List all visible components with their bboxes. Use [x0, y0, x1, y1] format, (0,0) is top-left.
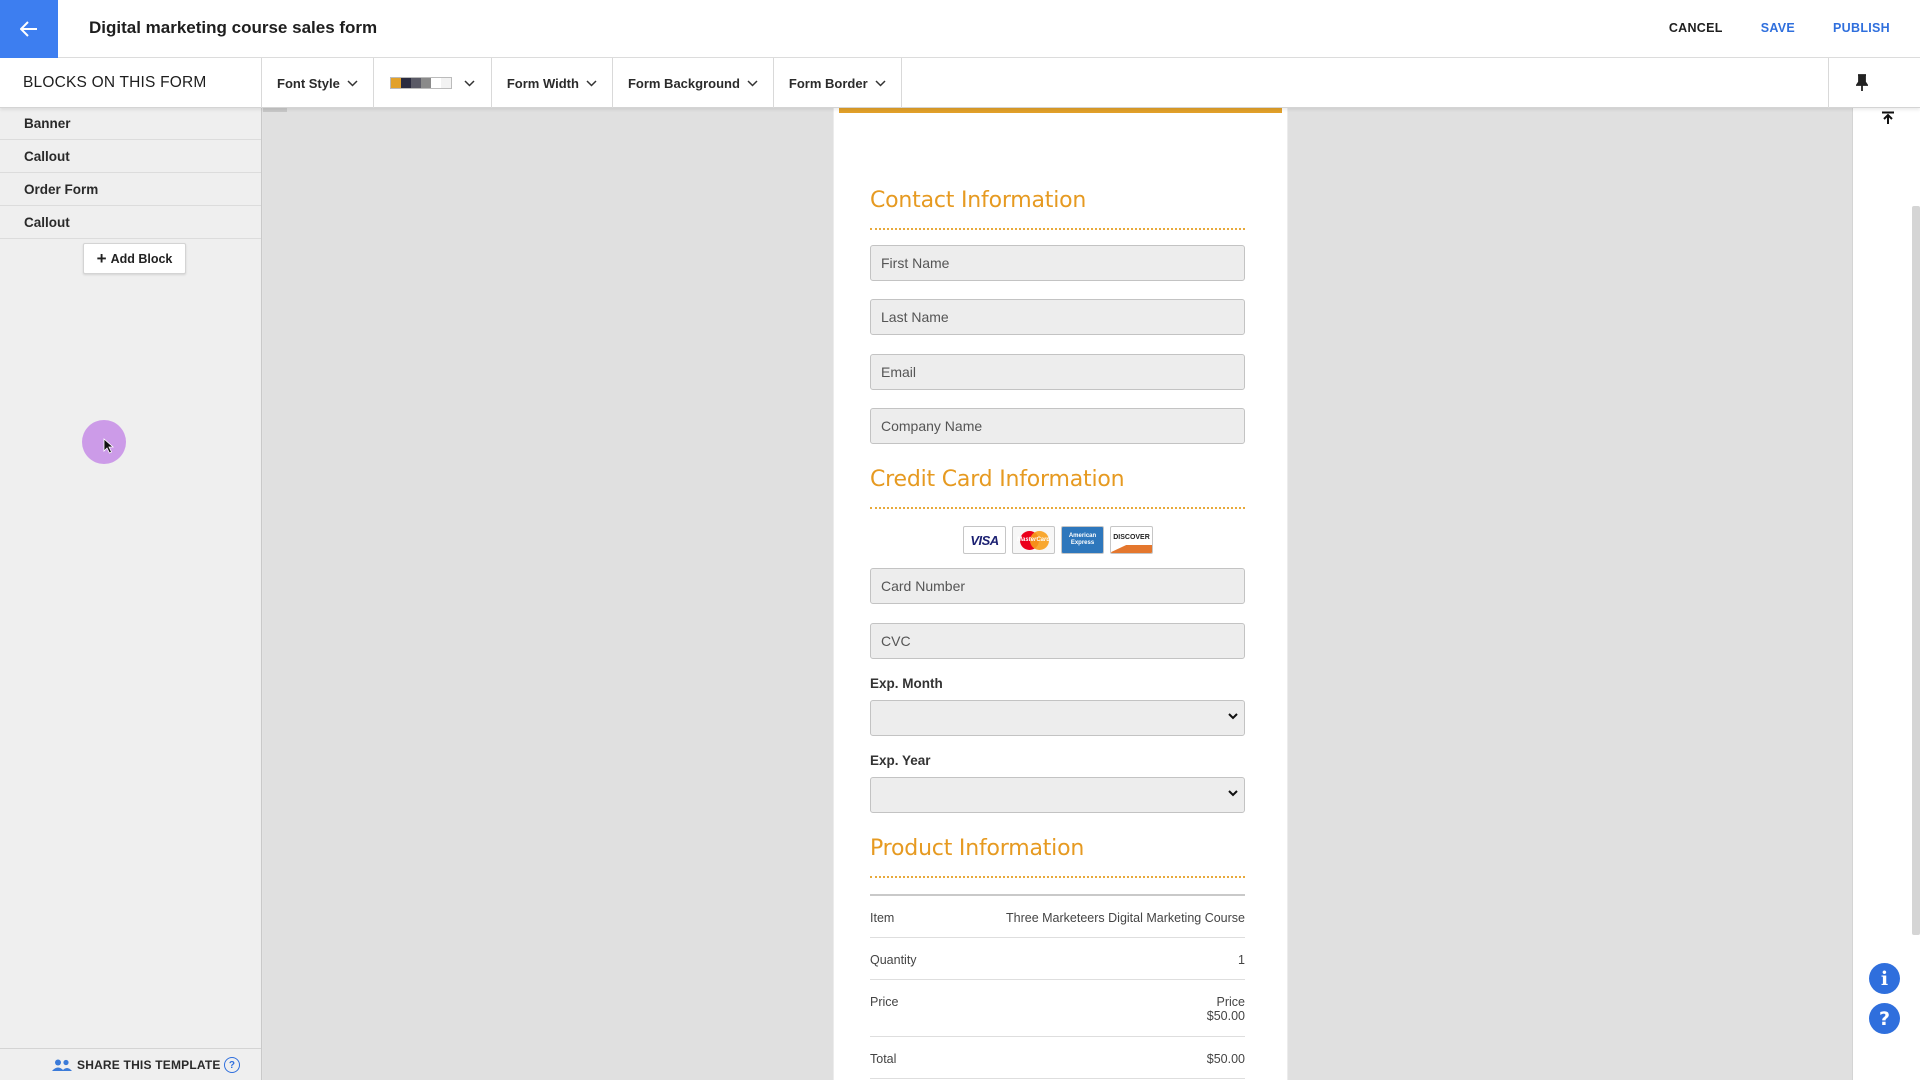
color-swatches: [389, 77, 452, 89]
add-block-label: Add Block: [110, 251, 173, 266]
color-palette-dropdown[interactable]: [374, 58, 492, 108]
top-bar: Digital marketing course sales form CANC…: [0, 0, 1920, 58]
chevron-down-icon: [586, 79, 597, 87]
color-swatch: [430, 78, 441, 88]
sidebar: Banner Callout Order Form Callout + Add …: [0, 108, 262, 1080]
cvc-field[interactable]: [870, 623, 1245, 659]
blocks-heading: BLOCKS ON THIS FORM: [23, 74, 207, 91]
scroll-to-top-icon[interactable]: [1881, 111, 1895, 125]
section-divider: [870, 507, 1245, 509]
block-item-banner[interactable]: Banner: [0, 108, 261, 140]
form-width-label: Form Width: [506, 75, 579, 91]
table-row: Price Price $50.00: [870, 980, 1245, 1037]
credit-card-info-title: Credit Card Information: [870, 467, 1125, 492]
save-button[interactable]: SAVE: [1761, 21, 1795, 35]
amex-logo: American Express: [1061, 526, 1104, 554]
table-row: Quantity 1: [870, 938, 1245, 980]
form-accent-bar: [839, 108, 1282, 113]
form-background-label: Form Background: [627, 75, 740, 91]
product-info-title: Product Information: [870, 836, 1085, 861]
font-style-label: Font Style: [277, 75, 340, 91]
chevron-down-icon: [1228, 790, 1238, 797]
mastercard-label: MasterCard: [1016, 537, 1050, 543]
chevron-down-icon: [747, 79, 758, 87]
scrollbar[interactable]: [1912, 206, 1920, 935]
form-preview[interactable]: Contact Information Credit Card Informat…: [834, 108, 1287, 1080]
table-row: Total $50.00: [870, 1037, 1245, 1079]
question-icon[interactable]: ?: [224, 1057, 240, 1073]
form-width-dropdown[interactable]: Form Width: [492, 58, 613, 108]
price-value-group: Price $50.00: [1207, 995, 1245, 1036]
form-canvas: Contact Information Credit Card Informat…: [263, 108, 1852, 1080]
color-swatch: [420, 78, 431, 88]
product-table: Item Three Marketeers Digital Marketing …: [870, 894, 1245, 1079]
block-item-callout-2[interactable]: Callout: [0, 206, 261, 239]
card-number-field[interactable]: [870, 568, 1245, 604]
cancel-button[interactable]: CANCEL: [1669, 21, 1723, 35]
color-swatch: [400, 78, 411, 88]
item-label: Item: [870, 911, 895, 925]
pin-icon: [1855, 74, 1868, 91]
share-template-label: SHARE THIS TEMPLATE: [77, 1057, 221, 1072]
exp-month-select[interactable]: [870, 700, 1245, 736]
share-template-button[interactable]: SHARE THIS TEMPLATE ?: [0, 1048, 261, 1080]
toolbar: BLOCKS ON THIS FORM Font Style Form Widt…: [0, 58, 1920, 108]
discover-logo: DISCOVER: [1110, 526, 1153, 554]
chevron-down-icon: [464, 79, 475, 87]
chevron-down-icon: [1228, 713, 1238, 720]
block-list: Banner Callout Order Form Callout: [0, 108, 261, 239]
right-rail: i ?: [1852, 108, 1920, 1080]
users-icon: [52, 1059, 72, 1071]
add-block-button[interactable]: + Add Block: [83, 243, 186, 274]
quantity-label: Quantity: [870, 953, 917, 967]
color-swatch: [410, 78, 421, 88]
color-swatch: [390, 78, 401, 88]
price-label: Price: [870, 995, 899, 1009]
help-icon[interactable]: ?: [1869, 1003, 1900, 1034]
block-item-callout[interactable]: Callout: [0, 140, 261, 173]
info-icon[interactable]: i: [1869, 963, 1900, 994]
form-background-dropdown[interactable]: Form Background: [613, 58, 774, 108]
font-style-dropdown[interactable]: Font Style: [262, 58, 374, 108]
top-actions: CANCEL SAVE PUBLISH: [1631, 21, 1890, 35]
exp-year-label: Exp. Year: [870, 753, 931, 768]
contact-info-title: Contact Information: [870, 188, 1087, 213]
item-value: Three Marketeers Digital Marketing Cours…: [1006, 911, 1245, 925]
exp-year-select[interactable]: [870, 777, 1245, 813]
chevron-down-icon: [347, 79, 358, 87]
discover-label: DISCOVER: [1113, 533, 1150, 541]
pin-button[interactable]: [1828, 58, 1894, 108]
cursor-highlight: [82, 420, 126, 464]
plus-icon: +: [96, 249, 107, 268]
back-button[interactable]: [0, 0, 58, 58]
last-name-field[interactable]: [870, 299, 1245, 335]
toolbar-items: Font Style Form Width Form Background Fo…: [262, 58, 902, 108]
arrow-left-icon: [20, 21, 37, 37]
mastercard-logo: MasterCard: [1012, 526, 1055, 554]
amex-label: American Express: [1068, 533, 1097, 546]
card-logos: VISA MasterCard American Express DISCOVE…: [963, 526, 1153, 554]
total-value: $50.00: [1206, 1052, 1245, 1066]
total-label: Total: [870, 1052, 897, 1066]
company-name-field[interactable]: [870, 408, 1245, 444]
visa-logo: VISA: [963, 526, 1006, 554]
publish-button[interactable]: PUBLISH: [1833, 21, 1890, 35]
section-divider: [870, 228, 1245, 230]
price-value-label: Price: [1216, 995, 1245, 1009]
table-row: Item Three Marketeers Digital Marketing …: [870, 896, 1245, 938]
color-swatch: [440, 78, 451, 88]
form-border-dropdown[interactable]: Form Border: [774, 58, 902, 108]
mouse-pointer-icon: [103, 438, 115, 454]
quantity-value: 1: [1238, 953, 1245, 967]
price-value: $50.00: [1206, 1009, 1245, 1023]
first-name-field[interactable]: [870, 245, 1245, 281]
exp-month-label: Exp. Month: [870, 676, 943, 691]
email-field[interactable]: [870, 354, 1245, 390]
form-border-label: Form Border: [788, 75, 868, 91]
block-item-order-form[interactable]: Order Form: [0, 173, 261, 206]
section-divider: [870, 876, 1245, 878]
form-title: Digital marketing course sales form: [89, 18, 378, 37]
chevron-down-icon: [875, 79, 886, 87]
canvas-stripe: [263, 108, 287, 112]
